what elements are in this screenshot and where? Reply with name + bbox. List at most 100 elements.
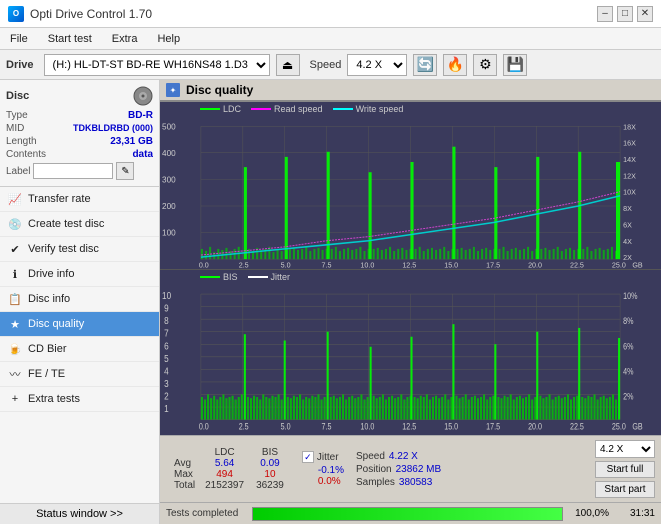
- settings-button[interactable]: ⚙: [473, 54, 497, 76]
- legend-read-speed-color: [251, 108, 271, 110]
- maximize-button[interactable]: □: [617, 6, 633, 22]
- title-bar: O Opti Drive Control 1.70 – □ ✕: [0, 0, 661, 28]
- svg-text:14X: 14X: [623, 156, 636, 164]
- sidebar-item-label-extra-tests: Extra tests: [28, 393, 80, 405]
- start-part-button[interactable]: Start part: [595, 481, 655, 498]
- sidebar-item-transfer-rate[interactable]: 📈 Transfer rate: [0, 187, 159, 212]
- refresh-button[interactable]: 🔄: [413, 54, 437, 76]
- svg-text:GB: GB: [632, 261, 643, 269]
- disc-info-icon: 📋: [8, 292, 22, 306]
- title-bar-controls: – □ ✕: [597, 6, 653, 22]
- progress-bar-outer: [252, 507, 563, 521]
- legend-read-speed-label: Read speed: [274, 104, 323, 114]
- svg-text:8X: 8X: [623, 205, 632, 213]
- svg-text:25.0: 25.0: [612, 261, 626, 269]
- position-label: Position: [356, 464, 392, 475]
- legend-jitter-label: Jitter: [271, 272, 291, 282]
- svg-text:1: 1: [164, 404, 169, 415]
- speed-select[interactable]: 4.2 X: [347, 54, 407, 76]
- main-layout: Disc Type BD-R MID TDKBLDRBD (000) Lengt…: [0, 80, 661, 524]
- close-button[interactable]: ✕: [637, 6, 653, 22]
- disc-contents-label: Contents: [6, 149, 46, 160]
- svg-text:5.0: 5.0: [281, 422, 291, 432]
- svg-text:10%: 10%: [623, 292, 637, 302]
- svg-text:12.5: 12.5: [402, 261, 416, 269]
- svg-text:25.0: 25.0: [612, 422, 626, 432]
- legend-write-speed-label: Write speed: [356, 104, 404, 114]
- start-full-button[interactable]: Start full: [595, 461, 655, 478]
- disc-contents-value: data: [132, 149, 153, 160]
- svg-text:15.0: 15.0: [444, 261, 458, 269]
- status-window-button[interactable]: Status window >>: [0, 503, 159, 524]
- position-value: 23862 MB: [396, 464, 442, 475]
- status-window-label: Status window >>: [36, 508, 123, 520]
- drive-select[interactable]: (H:) HL-DT-ST BD-RE WH16NS48 1.D3: [44, 54, 270, 76]
- menu-help[interactable]: Help: [151, 31, 186, 47]
- legend-ldc: LDC: [200, 104, 241, 114]
- legend-bis-label: BIS: [223, 272, 238, 282]
- svg-text:8: 8: [164, 316, 169, 327]
- legend-jitter-color: [248, 276, 268, 278]
- svg-text:10X: 10X: [623, 189, 636, 197]
- svg-text:8%: 8%: [623, 317, 633, 327]
- stats-avg-ldc: 5.64: [199, 458, 250, 469]
- sidebar-item-disc-quality[interactable]: ★ Disc quality: [0, 312, 159, 337]
- content-area: ✦ Disc quality LDC Read speed: [160, 80, 661, 524]
- jitter-checkbox[interactable]: ✓: [302, 451, 314, 463]
- svg-text:20.0: 20.0: [528, 261, 542, 269]
- sidebar-item-label-disc-info: Disc info: [28, 293, 70, 305]
- disc-header: Disc: [6, 86, 153, 106]
- chart1-svg-wrapper: 500 400 300 200 100 18X 16X 14X 12X 10X …: [160, 116, 661, 269]
- disc-mid-value: TDKBLDRBD (000): [73, 123, 153, 134]
- svg-text:4X: 4X: [623, 238, 632, 246]
- svg-text:0.0: 0.0: [199, 261, 209, 269]
- eject-button[interactable]: ⏏: [276, 54, 300, 76]
- sidebar-item-fe-te[interactable]: 〰 FE / TE: [0, 362, 159, 387]
- menu-start-test[interactable]: Start test: [42, 31, 98, 47]
- svg-text:10.0: 10.0: [360, 422, 374, 432]
- menu-file[interactable]: File: [4, 31, 34, 47]
- svg-text:12X: 12X: [623, 172, 636, 180]
- drive-info-icon: ℹ: [8, 267, 22, 281]
- disc-type-label: Type: [6, 110, 28, 121]
- sidebar-item-label-cd-bier: CD Bier: [28, 343, 67, 355]
- stats-col-empty: [166, 447, 199, 458]
- sidebar-item-drive-info[interactable]: ℹ Drive info: [0, 262, 159, 287]
- menu-extra[interactable]: Extra: [106, 31, 144, 47]
- app-icon: O: [8, 6, 24, 22]
- minimize-button[interactable]: –: [597, 6, 613, 22]
- extra-tests-icon: +: [8, 392, 22, 406]
- sidebar-item-extra-tests[interactable]: + Extra tests: [0, 387, 159, 412]
- content-header: ✦ Disc quality: [160, 80, 661, 102]
- svg-text:4%: 4%: [623, 367, 633, 377]
- fe-te-icon: 〰: [8, 367, 22, 381]
- svg-text:0.0: 0.0: [199, 422, 209, 432]
- sidebar-item-disc-info[interactable]: 📋 Disc info: [0, 287, 159, 312]
- sidebar-item-label-disc-quality: Disc quality: [28, 318, 84, 330]
- svg-text:15.0: 15.0: [444, 422, 458, 432]
- speed-row: Speed 4.22 X: [356, 451, 441, 462]
- stats-table: LDC BIS Avg 5.64 0.09 Max 494 10: [166, 447, 290, 491]
- save-button[interactable]: 💾: [503, 54, 527, 76]
- sidebar-item-cd-bier[interactable]: 🍺 CD Bier: [0, 337, 159, 362]
- disc-quality-icon: ★: [8, 317, 22, 331]
- svg-text:GB: GB: [632, 422, 642, 432]
- disc-label-input[interactable]: [33, 163, 113, 179]
- svg-text:12.5: 12.5: [402, 422, 416, 432]
- sidebar-item-create-test-disc[interactable]: 💿 Create test disc: [0, 212, 159, 237]
- app-title: Opti Drive Control 1.70: [30, 7, 152, 21]
- burn-button[interactable]: 🔥: [443, 54, 467, 76]
- speed-test-select[interactable]: 4.2 X: [595, 440, 655, 458]
- disc-label-edit-button[interactable]: ✎: [116, 162, 134, 180]
- sidebar-item-verify-test-disc[interactable]: ✔ Verify test disc: [0, 237, 159, 262]
- stats-avg-label: Avg: [166, 458, 199, 469]
- svg-text:20.0: 20.0: [528, 422, 542, 432]
- sidebar-item-label-create-test-disc: Create test disc: [28, 218, 104, 230]
- svg-text:2.5: 2.5: [239, 422, 249, 432]
- disc-length-value: 23,31 GB: [110, 136, 153, 147]
- disc-contents-row: Contents data: [6, 149, 153, 160]
- speed-label: Speed: [310, 59, 342, 71]
- progress-time: 31:31: [615, 508, 655, 519]
- content-header-title: Disc quality: [186, 83, 253, 97]
- svg-text:200: 200: [162, 202, 176, 211]
